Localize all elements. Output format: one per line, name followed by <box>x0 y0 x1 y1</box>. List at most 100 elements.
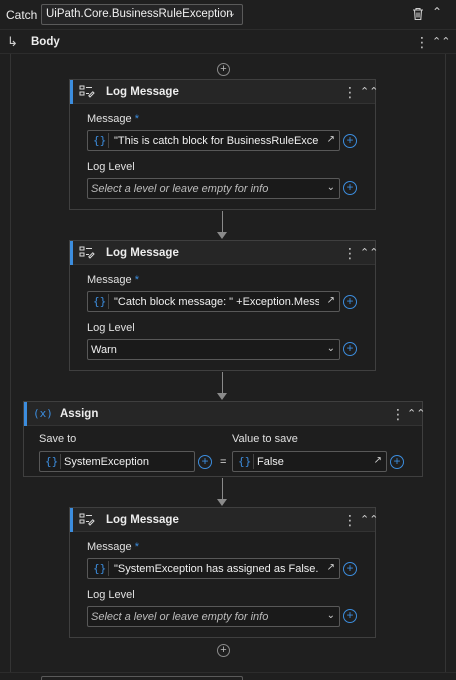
add-variable-icon[interactable]: + <box>198 455 212 469</box>
value-to-save-input[interactable]: {} False ↗ <box>232 451 387 472</box>
expression-braces-icon: {} <box>93 134 107 147</box>
add-variable-icon[interactable]: + <box>343 181 357 195</box>
exception-type-select[interactable]: UiPath.Core.BusinessRuleException ⌄ <box>41 4 243 25</box>
activity-header: (x) Assign ⋮ ⌃⌃ <box>24 402 425 426</box>
chevron-down-icon: ⌄ <box>326 182 335 193</box>
activity-accent <box>70 508 73 532</box>
more-vertical-icon[interactable]: ⋮ <box>343 246 357 260</box>
expand-icon[interactable]: ↗ <box>327 562 335 573</box>
log-level-select[interactable]: Select a level or leave empty for info ⌄ <box>87 606 340 627</box>
connector-line <box>222 478 223 500</box>
double-chevron-up-icon[interactable]: ⌃⌃ <box>432 35 450 48</box>
divider <box>108 133 109 148</box>
value-to-save-value: False <box>257 456 284 468</box>
add-variable-icon[interactable]: + <box>343 609 357 623</box>
connector-arrow <box>217 232 227 239</box>
log-level-value: Warn <box>91 344 117 356</box>
log-level-select[interactable]: Select a level or leave empty for info ⌄ <box>87 178 340 199</box>
chevron-down-icon: ⌄ <box>326 610 335 621</box>
add-variable-icon[interactable]: + <box>343 562 357 576</box>
more-vertical-icon[interactable]: ⋮ <box>343 85 357 99</box>
message-value: "SystemException has assigned as False." <box>114 563 319 575</box>
double-chevron-up-icon[interactable]: ⌃⌃ <box>360 246 378 259</box>
expand-icon[interactable]: ↗ <box>327 295 335 306</box>
bottom-edge <box>0 672 456 680</box>
equals-sign: = <box>220 456 227 468</box>
message-value: "Catch block message: " +Exception.Mess <box>114 296 319 308</box>
log-level-placeholder: Select a level or leave empty for info <box>91 183 269 195</box>
divider <box>108 294 109 309</box>
double-chevron-up-icon[interactable]: ⌃⌃ <box>360 513 378 526</box>
log-level-label: Log Level <box>87 589 135 601</box>
log-level-placeholder: Select a level or leave empty for info <box>91 611 269 623</box>
catch-label: Catch <box>6 8 38 22</box>
message-input[interactable]: {} "SystemException has assigned as Fals… <box>87 558 340 579</box>
chevron-up-icon[interactable]: ⌃ <box>432 5 442 19</box>
activity-header: Log Message ⋮ ⌃⌃ <box>70 80 378 104</box>
save-to-value: SystemException <box>64 456 149 468</box>
activity-title: Assign <box>60 408 99 420</box>
message-label: Message * <box>87 541 139 553</box>
assign-icon: (x) <box>33 407 53 420</box>
connector-arrow <box>217 393 227 400</box>
message-value: "This is catch block for BusinessRuleExc… <box>114 135 319 147</box>
save-to-label: Save to <box>39 433 77 445</box>
catch-header: Catch UiPath.Core.BusinessRuleException … <box>0 0 456 30</box>
activity-accent <box>24 402 27 426</box>
message-input[interactable]: {} "Catch block message: " +Exception.Me… <box>87 291 340 312</box>
message-input[interactable]: {} "This is catch block for BusinessRule… <box>87 130 340 151</box>
double-chevron-up-icon[interactable]: ⌃⌃ <box>407 407 425 420</box>
activity-title: Log Message <box>106 514 179 526</box>
add-activity-icon[interactable]: + <box>217 644 230 657</box>
log-message-activity-2[interactable]: Log Message ⋮ ⌃⌃ Message * {} "Catch blo… <box>69 240 378 371</box>
divider <box>253 454 254 469</box>
connector-arrow <box>217 499 227 506</box>
expand-icon[interactable]: ↗ <box>374 455 382 466</box>
add-variable-icon[interactable]: + <box>343 134 357 148</box>
divider <box>60 454 61 469</box>
activity-title: Log Message <box>106 86 179 98</box>
log-message-activity-1[interactable]: Log Message ⋮ ⌃⌃ Message * {} "This is c… <box>69 79 378 210</box>
expression-braces-icon: {} <box>93 295 107 308</box>
expression-braces-icon: {} <box>93 562 107 575</box>
expression-braces-icon: {} <box>238 455 252 468</box>
more-vertical-icon[interactable]: ⋮ <box>391 407 405 421</box>
activity-accent <box>70 241 73 265</box>
exception-type-value: UiPath.Core.BusinessRuleException <box>46 8 233 20</box>
body-section-header: ↳ Body ⋮ ⌃⌃ <box>0 31 456 54</box>
more-vertical-icon[interactable]: ⋮ <box>343 513 357 527</box>
next-catch-select[interactable] <box>41 676 243 680</box>
return-arrow-icon: ↳ <box>7 34 18 49</box>
activity-accent <box>70 80 73 104</box>
add-activity-icon[interactable]: + <box>217 63 230 76</box>
log-message-icon <box>79 513 95 526</box>
more-vertical-icon[interactable]: ⋮ <box>415 35 429 49</box>
log-message-icon <box>79 85 95 98</box>
divider <box>108 561 109 576</box>
chevron-down-icon: ⌄ <box>326 343 335 354</box>
message-label: Message * <box>87 274 139 286</box>
add-variable-icon[interactable]: + <box>390 455 404 469</box>
double-chevron-up-icon[interactable]: ⌃⌃ <box>360 85 378 98</box>
trash-icon[interactable] <box>410 6 426 22</box>
connector-line <box>222 372 223 394</box>
chevron-down-icon: ⌄ <box>227 8 236 19</box>
connector-line <box>222 211 223 233</box>
activity-header: Log Message ⋮ ⌃⌃ <box>70 241 378 265</box>
expression-braces-icon: {} <box>45 455 59 468</box>
activity-header: Log Message ⋮ ⌃⌃ <box>70 508 378 532</box>
log-message-icon <box>79 246 95 259</box>
activity-title: Log Message <box>106 247 179 259</box>
add-variable-icon[interactable]: + <box>343 295 357 309</box>
body-label: Body <box>31 36 60 48</box>
log-level-label: Log Level <box>87 161 135 173</box>
add-variable-icon[interactable]: + <box>343 342 357 356</box>
log-level-select[interactable]: Warn ⌄ <box>87 339 340 360</box>
expand-icon[interactable]: ↗ <box>327 134 335 145</box>
message-label: Message * <box>87 113 139 125</box>
log-message-activity-3[interactable]: Log Message ⋮ ⌃⌃ Message * {} "SystemExc… <box>69 507 378 638</box>
log-level-label: Log Level <box>87 322 135 334</box>
save-to-input[interactable]: {} SystemException <box>39 451 195 472</box>
assign-activity[interactable]: (x) Assign ⋮ ⌃⌃ Save to {} SystemExcepti… <box>23 401 425 477</box>
value-to-save-label: Value to save <box>232 433 298 445</box>
